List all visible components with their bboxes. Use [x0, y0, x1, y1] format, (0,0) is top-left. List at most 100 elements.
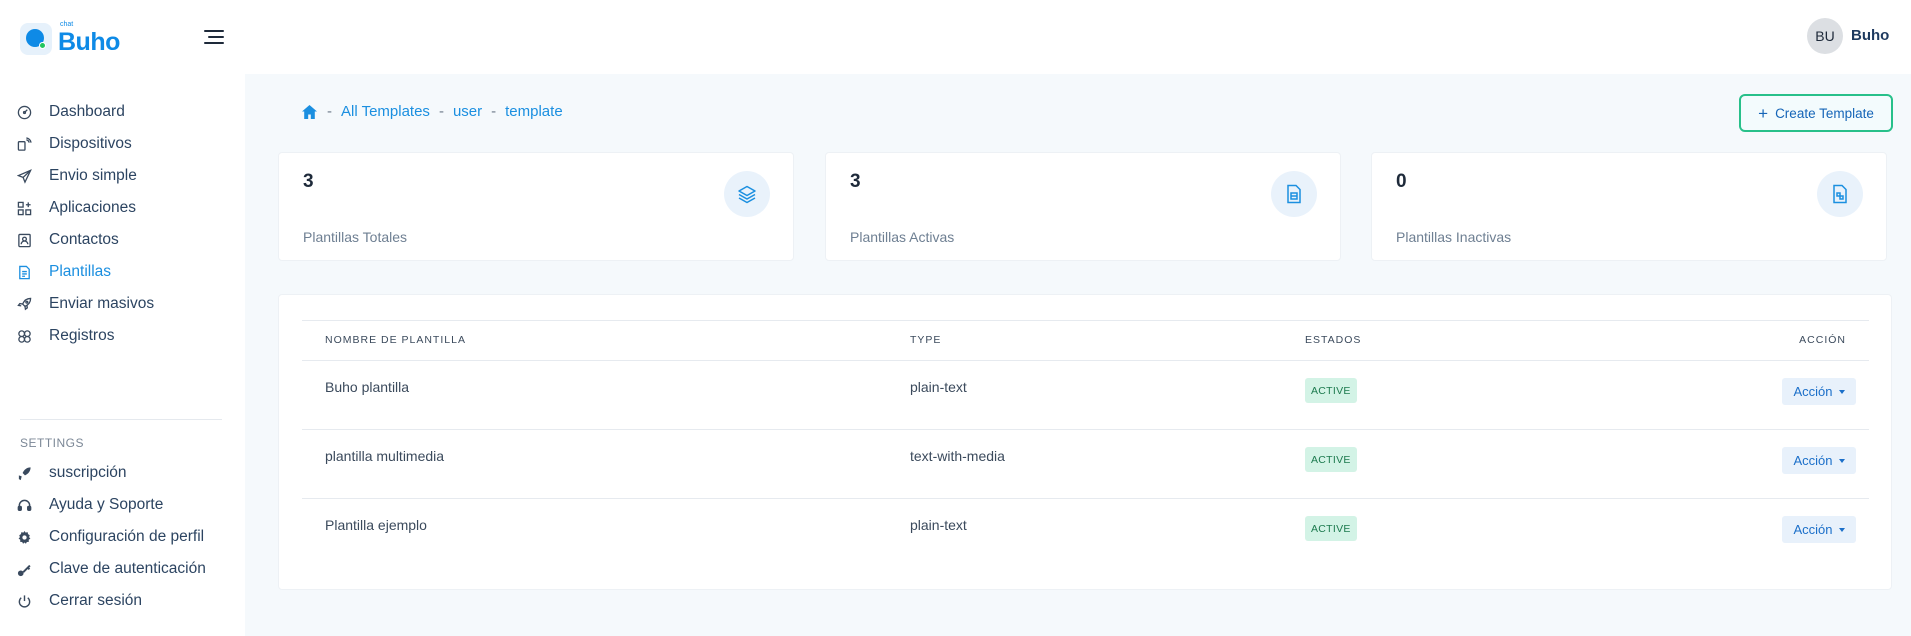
status-badge: ACTIVE: [1305, 516, 1357, 541]
cell-type: plain-text: [910, 517, 967, 533]
breadcrumb: - All Templates - user - template: [301, 103, 563, 120]
file-inactive-icon: [1817, 171, 1863, 217]
sidebar-item-enviar-masivos[interactable]: Enviar masivos: [0, 288, 245, 320]
sidebar-item-label: Enviar masivos: [49, 295, 155, 312]
sidebar-item-label: Dashboard: [49, 103, 125, 120]
gear-icon: [16, 529, 32, 545]
sidebar-item-label: Ayuda y Soporte: [49, 496, 164, 513]
templates-table-card: NOMBRE DE PLANTILLA TYPE ESTADOS ACCIÓN …: [278, 294, 1892, 590]
create-template-button[interactable]: + Create Template: [1739, 94, 1893, 132]
sidebar-item-plantillas[interactable]: Plantillas: [0, 256, 245, 288]
sidebar-item-label: Clave de autenticación: [49, 560, 206, 577]
avatar[interactable]: BU: [1807, 18, 1843, 54]
stat-card-total: 3 Plantillas Totales: [278, 152, 794, 261]
sidebar-item-label: Configuración de perfil: [49, 528, 205, 545]
layers-icon: [724, 171, 770, 217]
sidebar-item-configuracion-perfil[interactable]: Configuración de perfil: [0, 521, 245, 553]
action-label: Acción: [1793, 453, 1833, 468]
caret-down-icon: [1838, 527, 1845, 532]
devices-icon: [16, 136, 32, 152]
main-nav: Dashboard Dispositivos Envio simple Apli…: [0, 96, 245, 352]
key-icon: [16, 561, 32, 577]
col-header-status[interactable]: ESTADOS: [1305, 334, 1361, 346]
headset-icon: [16, 497, 32, 513]
table-header-row: NOMBRE DE PLANTILLA TYPE ESTADOS ACCIÓN: [302, 320, 1869, 361]
sidebar-item-clave-autenticacion[interactable]: Clave de autenticación: [0, 553, 245, 585]
settings-section-title: SETTINGS: [20, 436, 85, 450]
subscription-icon: [16, 465, 32, 481]
template-icon: [16, 264, 32, 280]
col-header-type[interactable]: TYPE: [910, 334, 941, 346]
breadcrumb-separator: -: [327, 103, 332, 120]
action-label: Acción: [1793, 522, 1833, 537]
breadcrumb-template[interactable]: template: [505, 103, 563, 120]
sidebar-item-envio-simple[interactable]: Envio simple: [0, 160, 245, 192]
sidebar-item-label: Contactos: [49, 231, 119, 248]
gauge-icon: [16, 104, 32, 120]
sidebar-item-registros[interactable]: Registros: [0, 320, 245, 352]
table-row: Buho plantilla plain-text ACTIVE Acción: [302, 361, 1869, 430]
sidebar: chat Buho Dashboard Dispositivos Envio s…: [0, 0, 245, 636]
stat-label: Plantillas Activas: [850, 229, 955, 245]
apps-icon: [16, 200, 32, 216]
status-badge: ACTIVE: [1305, 447, 1357, 472]
col-header-action: ACCIÓN: [1799, 334, 1846, 346]
brand-small-text: chat: [60, 21, 74, 28]
home-icon[interactable]: [301, 104, 318, 120]
sidebar-item-aplicaciones[interactable]: Aplicaciones: [0, 192, 245, 224]
plus-icon: +: [1758, 103, 1769, 123]
stat-value: 3: [850, 171, 861, 192]
breadcrumb-separator: -: [491, 103, 497, 120]
action-dropdown-button[interactable]: Acción: [1782, 447, 1856, 474]
rocket-icon: [16, 296, 32, 312]
caret-down-icon: [1838, 458, 1845, 463]
sidebar-item-ayuda-soporte[interactable]: Ayuda y Soporte: [0, 489, 245, 521]
action-dropdown-button[interactable]: Acción: [1782, 378, 1856, 405]
sidebar-item-dashboard[interactable]: Dashboard: [0, 96, 245, 128]
table-row: plantilla multimedia text-with-media ACT…: [302, 430, 1869, 499]
stat-value: 0: [1396, 171, 1407, 192]
brand-logo[interactable]: chat Buho: [20, 21, 128, 56]
sidebar-item-contactos[interactable]: Contactos: [0, 224, 245, 256]
settings-divider: [20, 419, 222, 420]
action-label: Acción: [1793, 384, 1833, 399]
stat-label: Plantillas Totales: [303, 229, 408, 245]
send-icon: [16, 168, 32, 184]
col-header-name[interactable]: NOMBRE DE PLANTILLA: [325, 334, 466, 346]
stat-value: 3: [303, 171, 314, 192]
cell-name: Plantilla ejemplo: [325, 517, 427, 533]
sidebar-item-label: suscripción: [49, 464, 127, 481]
sidebar-item-label: Envio simple: [49, 167, 137, 184]
sidebar-item-suscripcion[interactable]: suscripción: [0, 457, 245, 489]
power-icon: [16, 593, 32, 609]
cell-name: Buho plantilla: [325, 379, 410, 395]
stat-card-inactive: 0 Plantillas Inactivas: [1371, 152, 1887, 261]
sidebar-item-dispositivos[interactable]: Dispositivos: [0, 128, 245, 160]
contact-icon: [16, 232, 32, 248]
cell-name: plantilla multimedia: [325, 448, 445, 464]
user-name[interactable]: Buho: [1851, 27, 1889, 44]
cell-type: text-with-media: [910, 448, 1005, 464]
sidebar-item-label: Aplicaciones: [49, 199, 137, 216]
stat-label: Plantillas Inactivas: [1396, 229, 1512, 245]
sidebar-item-cerrar-sesion[interactable]: Cerrar sesión: [0, 585, 245, 617]
brand-name: Buho: [58, 28, 120, 56]
sidebar-item-label: Plantillas: [49, 263, 112, 280]
templates-table: NOMBRE DE PLANTILLA TYPE ESTADOS ACCIÓN …: [302, 320, 1869, 568]
sidebar-item-label: Cerrar sesión: [49, 592, 143, 609]
breadcrumb-separator: -: [438, 103, 444, 120]
create-template-label: Create Template: [1775, 105, 1874, 121]
main-content: - All Templates - user - template + Crea…: [245, 74, 1911, 636]
table-row: Plantilla ejemplo plain-text ACTIVE Acci…: [302, 499, 1869, 568]
action-dropdown-button[interactable]: Acción: [1782, 516, 1856, 543]
cell-type: plain-text: [910, 379, 967, 395]
records-icon: [16, 328, 32, 344]
settings-nav: suscripción Ayuda y Soporte Configuració…: [0, 457, 245, 617]
menu-toggle-icon[interactable]: [204, 30, 224, 44]
chat-logo-icon: [20, 23, 52, 55]
stat-card-active: 3 Plantillas Activas: [825, 152, 1341, 261]
breadcrumb-user[interactable]: user: [453, 103, 482, 120]
sidebar-item-label: Dispositivos: [49, 135, 132, 152]
breadcrumb-all-templates[interactable]: All Templates: [341, 103, 430, 120]
sidebar-item-label: Registros: [49, 327, 115, 344]
